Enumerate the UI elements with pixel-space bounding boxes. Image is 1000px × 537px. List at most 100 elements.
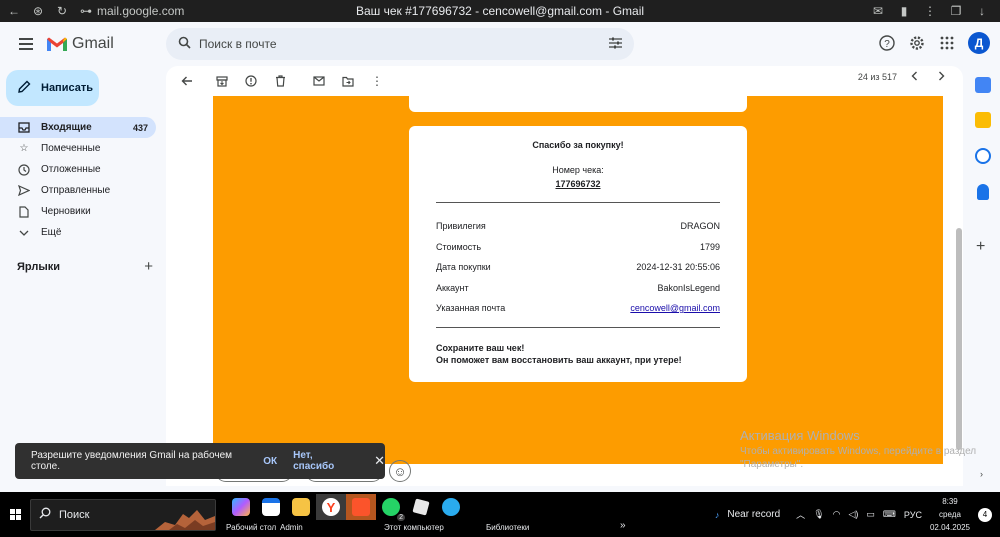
row-value: 1799 <box>699 241 720 252</box>
mark-unread-icon[interactable] <box>308 70 330 92</box>
telegram-icon[interactable] <box>436 494 466 520</box>
desktop-label[interactable]: Рабочий стол <box>226 523 276 532</box>
scrollbar[interactable] <box>956 228 962 450</box>
labels-title: Ярлыки <box>17 260 61 273</box>
windows-logo-icon <box>9 509 21 520</box>
brave-app-icon[interactable] <box>346 494 376 520</box>
receipt-row: Дата покупки 2024-12-31 20:55:06 <box>436 262 720 283</box>
reload-icon[interactable]: ↻ <box>52 0 72 22</box>
report-spam-icon[interactable] <box>240 70 262 92</box>
receipt-row: Указанная почта cencowell@gmail.com <box>436 303 720 324</box>
emoji-reaction-icon[interactable]: ☺ <box>389 460 411 482</box>
add-label-icon[interactable]: + <box>144 258 153 275</box>
sidebar-item-sent[interactable]: Отправленные <box>0 180 156 201</box>
row-value: 2024-12-31 20:55:06 <box>636 262 720 272</box>
this-pc-label[interactable]: Этот компьютер <box>384 523 444 532</box>
message-toolbar: ⋮ 24 из 517 <box>166 66 963 96</box>
store-app-icon[interactable] <box>256 494 286 520</box>
inbox-count: 437 <box>132 122 148 133</box>
notification-badge[interactable]: 4 <box>978 507 992 522</box>
overflow-chevron-icon[interactable]: » <box>620 520 626 531</box>
mail-icon[interactable]: ✉ <box>868 0 888 22</box>
whatsapp-icon[interactable]: 2 <box>376 494 406 521</box>
svg-text:?: ? <box>884 39 890 50</box>
account-avatar[interactable]: Д <box>968 32 990 54</box>
yandex-browser-icon[interactable]: Y <box>316 494 346 520</box>
media-icon[interactable]: ♪ <box>715 510 720 520</box>
sidebar-item-label: Черновики <box>41 206 91 217</box>
site-info-icon[interactable]: ⊶ <box>80 4 92 18</box>
star-icon: ☆ <box>19 143 29 154</box>
extension-icon[interactable]: ⊛ <box>28 0 48 22</box>
media-title[interactable]: Near record <box>727 509 780 520</box>
sidebar-item-more[interactable]: Ещё <box>0 222 156 243</box>
sidebar-item-drafts[interactable]: Черновики <box>0 201 156 222</box>
gmail-logo[interactable]: Gmail <box>46 35 114 53</box>
next-message-icon[interactable] <box>938 71 945 83</box>
microphone-icon[interactable]: 🎙 <box>813 509 824 520</box>
keyboard-icon[interactable]: ⌨ <box>883 509 896 520</box>
sidebar-item-inbox[interactable]: Входящие 437 <box>0 117 156 138</box>
sidebar-item-label: Отправленные <box>41 185 111 196</box>
message-panel: ⋮ 24 из 517 Спасибо за покупку! Номер че… <box>166 66 963 486</box>
pager-text: 24 из 517 <box>857 72 897 82</box>
sidebar-item-starred[interactable]: ☆ Помеченные <box>0 138 156 159</box>
receipt-row: Аккаунт BakonIsLegend <box>436 283 720 304</box>
settings-icon[interactable] <box>908 34 926 52</box>
keep-icon[interactable] <box>975 112 991 128</box>
more-options-icon[interactable]: ⋮ <box>366 70 388 92</box>
apps-grid-icon[interactable] <box>938 34 956 52</box>
window-icon[interactable]: ❐ <box>946 0 966 22</box>
calendar-icon[interactable] <box>975 77 991 93</box>
prev-message-icon[interactable] <box>911 71 918 83</box>
search-icon[interactable] <box>178 36 191 52</box>
search-icon <box>39 507 51 522</box>
help-icon[interactable]: ? <box>878 34 896 52</box>
taskbar-search[interactable]: Поиск <box>30 498 216 531</box>
back-to-inbox-icon[interactable] <box>176 70 198 92</box>
bookmark-icon[interactable]: ▮ <box>894 0 914 22</box>
system-tray: ♪ Near record ︿ 🎙 ◠ ◁) ▭ ⌨ РУС 8:39 сред… <box>715 495 1000 534</box>
row-value: BakonIsLegend <box>657 282 720 293</box>
search-input[interactable]: Поиск в почте <box>199 37 609 51</box>
admin-label[interactable]: Admin <box>280 523 303 532</box>
close-icon[interactable]: ✕ <box>374 453 385 469</box>
download-icon[interactable]: ↓ <box>972 0 992 22</box>
tasks-icon[interactable] <box>975 148 991 164</box>
contacts-icon[interactable] <box>977 184 989 200</box>
sidebar-item-snoozed[interactable]: Отложенные <box>0 159 156 180</box>
delete-icon[interactable] <box>269 70 291 92</box>
clock[interactable]: 8:39 среда 02.04.2025 <box>930 495 970 534</box>
language-indicator[interactable]: РУС <box>904 510 922 520</box>
copilot-app-icon[interactable] <box>226 494 256 520</box>
more-icon[interactable]: ⋮ <box>920 0 940 22</box>
wifi-icon[interactable]: ◠ <box>833 509 841 520</box>
volume-icon[interactable]: ◁) <box>848 509 858 520</box>
send-icon <box>18 185 30 197</box>
libraries-label[interactable]: Библиотеки <box>486 523 529 532</box>
main-menu-icon[interactable] <box>12 30 40 58</box>
address-bar[interactable]: ⊶ mail.google.com <box>80 4 184 18</box>
expand-panel-icon[interactable]: › <box>980 469 983 479</box>
search-bar[interactable]: Поиск в почте <box>166 28 634 60</box>
toast-message: Разрешите уведомления Gmail на рабочем с… <box>31 450 233 472</box>
roblox-icon[interactable] <box>406 494 436 520</box>
taskbar-apps: Y 2 Рабочий стол Admin Этот компьютер Би… <box>226 492 686 537</box>
tray-chevron-icon[interactable]: ︿ <box>796 508 805 521</box>
move-to-icon[interactable] <box>337 70 359 92</box>
save-notice-line1: Сохраните ваш чек! <box>436 342 525 353</box>
archive-icon[interactable] <box>211 70 233 92</box>
search-options-icon[interactable] <box>609 37 622 52</box>
toast-ok-button[interactable]: ОК <box>263 456 277 467</box>
compose-button[interactable]: Написать <box>6 70 99 106</box>
receipt-title: Спасибо за покупку! <box>532 140 624 150</box>
add-addon-icon[interactable]: + <box>976 238 985 256</box>
start-button[interactable] <box>0 509 30 520</box>
toast-no-button[interactable]: Нет, спасибо <box>293 450 352 472</box>
draft-icon <box>18 205 30 218</box>
email-link[interactable]: cencowell@gmail.com <box>630 303 720 324</box>
row-value: DRAGON <box>680 221 720 231</box>
file-explorer-icon[interactable] <box>286 494 316 520</box>
back-icon[interactable]: ← <box>4 0 24 22</box>
battery-icon[interactable]: ▭ <box>866 509 875 520</box>
